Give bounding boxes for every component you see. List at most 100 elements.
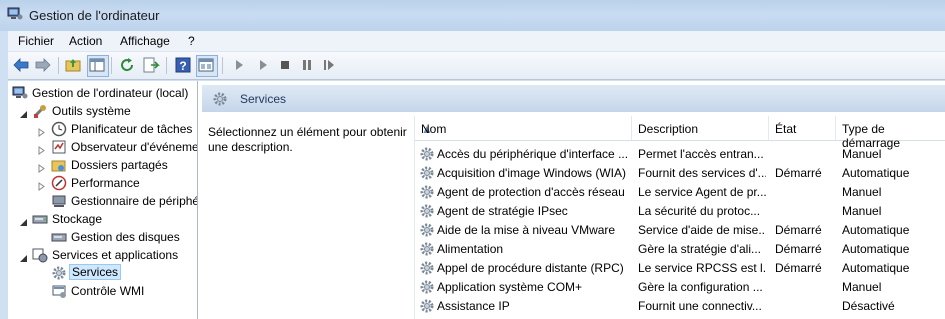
pane-header: Services xyxy=(202,85,945,112)
play-alt-icon[interactable] xyxy=(254,56,272,74)
cell-startup: Manuel xyxy=(842,204,882,218)
gear-icon xyxy=(419,222,435,238)
cell-startup: Manuel xyxy=(842,147,882,161)
tree-label: Gestionnaire de périphé xyxy=(71,194,198,208)
collapse-arrow-icon[interactable] xyxy=(19,216,28,226)
forward-icon[interactable] xyxy=(34,56,52,74)
cell-description: Le service RPCSS est l... xyxy=(638,261,766,275)
pane-title: Services xyxy=(240,92,287,106)
help-icon[interactable]: ? xyxy=(174,56,192,74)
cell-description: Fournit des services d'... xyxy=(638,166,766,180)
menu-fichier[interactable]: Fichier xyxy=(18,34,54,48)
wmi-icon xyxy=(51,283,67,299)
back-icon[interactable] xyxy=(12,56,30,74)
cell-description: Gère la stratégie d'ali... xyxy=(638,242,762,256)
tree-label: Gestion des disques xyxy=(71,230,180,244)
gear-icon xyxy=(51,265,67,281)
cell-startup: Automatique xyxy=(842,242,910,256)
gear-icon xyxy=(419,241,435,257)
gear-icon xyxy=(419,165,435,181)
toolbar: ? xyxy=(8,52,945,80)
play-icon[interactable] xyxy=(230,56,248,74)
up-folder-icon[interactable] xyxy=(64,56,82,74)
column-header-startup-type[interactable]: Type de démarrage xyxy=(836,116,945,150)
column-header-description[interactable]: Description xyxy=(632,116,769,141)
cell-name: Assistance IP xyxy=(437,299,510,313)
cell-description: Fournit une connectiv... xyxy=(638,299,762,313)
cell-name: Acquisition d'image Windows (WIA) xyxy=(437,166,627,180)
expand-arrow-icon[interactable] xyxy=(37,180,46,191)
cell-description: Le service Agent de pr... xyxy=(638,185,766,199)
menu-help[interactable]: ? xyxy=(188,34,195,48)
pause-icon[interactable] xyxy=(298,56,316,74)
cell-status: Démarré xyxy=(775,223,822,237)
tree-label: Dossiers partagés xyxy=(71,158,168,172)
performance-icon xyxy=(51,175,67,191)
device-manager-icon xyxy=(51,193,67,209)
cell-name: Aide de la mise à niveau VMware xyxy=(437,223,616,237)
storage-icon xyxy=(32,211,48,227)
menu-action[interactable]: Action xyxy=(69,34,102,48)
tree-label: Stockage xyxy=(52,212,103,226)
tree-label: Services xyxy=(69,264,122,280)
tree-label: Observateur d'événeme xyxy=(71,140,198,154)
description-text: Sélectionnez un élément pour obtenir une… xyxy=(208,125,407,154)
cell-description: Service d'aide de mise... xyxy=(638,223,766,237)
gear-icon xyxy=(419,260,435,276)
table-row[interactable]: Acquisition d'image Windows (WIA) Fourni… xyxy=(415,163,945,182)
gear-icon xyxy=(419,203,435,219)
refresh-icon[interactable] xyxy=(118,56,136,74)
shared-folder-icon xyxy=(51,157,67,173)
toolbar-separator xyxy=(166,57,167,74)
tools-icon xyxy=(32,103,48,119)
table-row[interactable]: Appel de procédure distante (RPC) Le ser… xyxy=(415,258,945,277)
show-hide-tree-icon[interactable] xyxy=(87,55,109,77)
toolbar-separator xyxy=(111,57,112,74)
table-row[interactable]: Aide de la mise à niveau VMware Service … xyxy=(415,220,945,239)
tree-label: Planificateur de tâches xyxy=(71,122,193,136)
menu-bar: Fichier Action Affichage ? xyxy=(8,31,945,52)
column-header-status[interactable]: État xyxy=(769,116,836,141)
title-bar: Gestion de l'ordinateur xyxy=(0,0,945,31)
cell-startup: Manuel xyxy=(842,185,882,199)
expand-arrow-icon[interactable] xyxy=(37,162,46,173)
cell-name: Application système COM+ xyxy=(437,280,583,294)
restart-icon[interactable] xyxy=(320,56,338,74)
cell-status: Démarré xyxy=(775,242,822,256)
gear-icon xyxy=(419,184,435,200)
collapse-arrow-icon[interactable] xyxy=(19,252,28,262)
clock-icon xyxy=(51,121,67,137)
table-row[interactable]: Assistance IP Fournit une connectiv... D… xyxy=(415,296,945,315)
column-header-name[interactable]: ▲ Nom xyxy=(415,116,632,141)
collapse-arrow-icon[interactable] xyxy=(19,108,28,118)
stop-icon[interactable] xyxy=(276,56,294,74)
cell-startup: Automatique xyxy=(842,261,910,275)
disk-management-icon xyxy=(51,229,67,245)
gear-icon xyxy=(419,146,435,162)
table-row[interactable]: Alimentation Gère la stratégie d'ali... … xyxy=(415,239,945,258)
cell-startup: Désactivé xyxy=(842,299,895,313)
cell-status: Démarré xyxy=(775,261,822,275)
cell-startup: Automatique xyxy=(842,223,910,237)
computer-icon xyxy=(12,85,28,101)
table-row[interactable]: Application système COM+ Gère la configu… xyxy=(415,277,945,296)
table-row[interactable]: Agent de stratégie IPsec La sécurité du … xyxy=(415,201,945,220)
expand-arrow-icon[interactable] xyxy=(37,144,46,155)
export-list-icon[interactable] xyxy=(142,56,160,74)
gear-icon xyxy=(419,279,435,295)
cell-name: Alimentation xyxy=(437,242,504,256)
console-tree: Gestion de l'ordinateur (local) Outils s… xyxy=(8,81,198,319)
expand-arrow-icon[interactable] xyxy=(37,126,46,137)
cell-status: Démarré xyxy=(775,166,822,180)
services-list: ▲ Nom Description État Type de démarrage… xyxy=(414,116,945,319)
cell-name: Agent de protection d'accès réseau xyxy=(437,185,625,199)
services-apps-icon xyxy=(32,247,48,263)
properties-icon[interactable] xyxy=(196,55,218,77)
tree-label: Performance xyxy=(71,176,140,190)
table-row[interactable]: Accès du périphérique d'interface ... Pe… xyxy=(415,144,945,163)
computer-management-icon xyxy=(7,7,23,21)
table-row[interactable]: Agent de protection d'accès réseau Le se… xyxy=(415,182,945,201)
menu-affichage[interactable]: Affichage xyxy=(120,34,170,48)
cell-name: Accès du périphérique d'interface ... xyxy=(437,147,629,161)
toolbar-separator xyxy=(58,57,59,74)
